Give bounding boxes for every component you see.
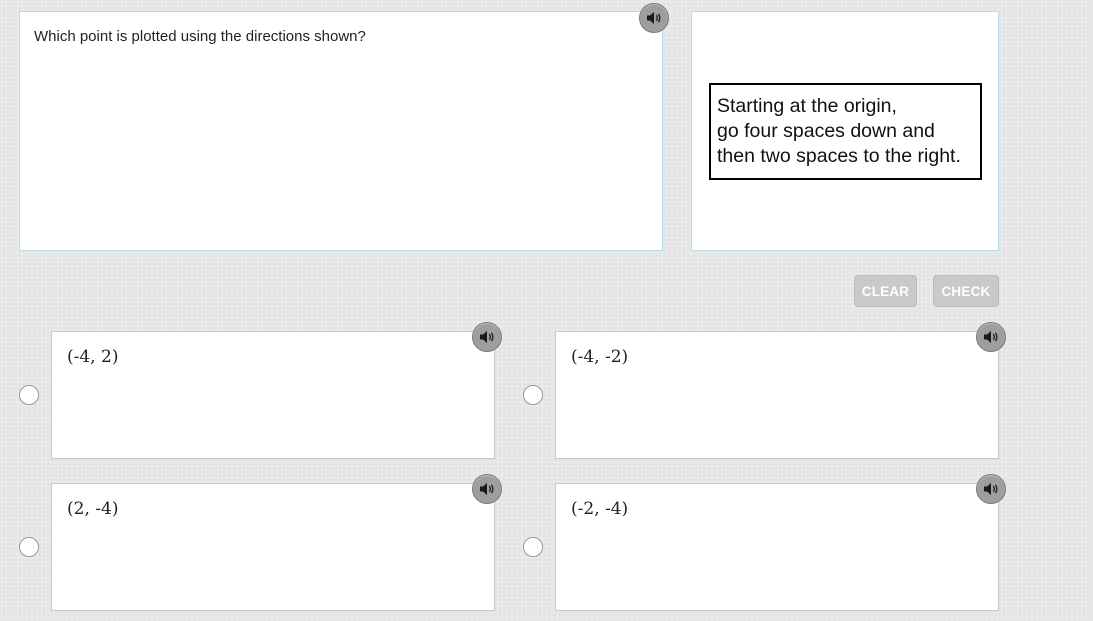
speaker-icon[interactable]: [639, 3, 669, 33]
directions-line: go four spaces down and: [717, 120, 935, 142]
question-text: Which point is plotted using the directi…: [34, 28, 366, 45]
question-panel: Which point is plotted using the directi…: [19, 11, 663, 251]
choice-option-4[interactable]: (-2, -4): [555, 483, 999, 611]
speaker-icon[interactable]: [472, 322, 502, 352]
choice-label: (2, -4): [67, 499, 119, 519]
radio-choice-1[interactable]: [19, 385, 39, 405]
choice-option-2[interactable]: (-4, -2): [555, 331, 999, 459]
speaker-icon[interactable]: [472, 474, 502, 504]
radio-choice-2[interactable]: [523, 385, 543, 405]
radio-choice-3[interactable]: [19, 537, 39, 557]
speaker-icon[interactable]: [976, 322, 1006, 352]
directions-line: Starting at the origin,: [717, 95, 897, 117]
directions-box: Starting at the origin, go four spaces d…: [709, 83, 982, 180]
clear-button[interactable]: CLEAR: [854, 275, 917, 307]
choice-option-1[interactable]: (-4, 2): [51, 331, 495, 459]
speaker-icon[interactable]: [976, 474, 1006, 504]
choice-option-3[interactable]: (2, -4): [51, 483, 495, 611]
choice-label: (-4, 2): [67, 347, 119, 367]
directions-panel: Starting at the origin, go four spaces d…: [691, 11, 999, 251]
choice-label: (-4, -2): [571, 347, 629, 367]
directions-line: then two spaces to the right.: [717, 145, 961, 167]
choice-label: (-2, -4): [571, 499, 629, 519]
check-button[interactable]: CHECK: [933, 275, 999, 307]
radio-choice-4[interactable]: [523, 537, 543, 557]
